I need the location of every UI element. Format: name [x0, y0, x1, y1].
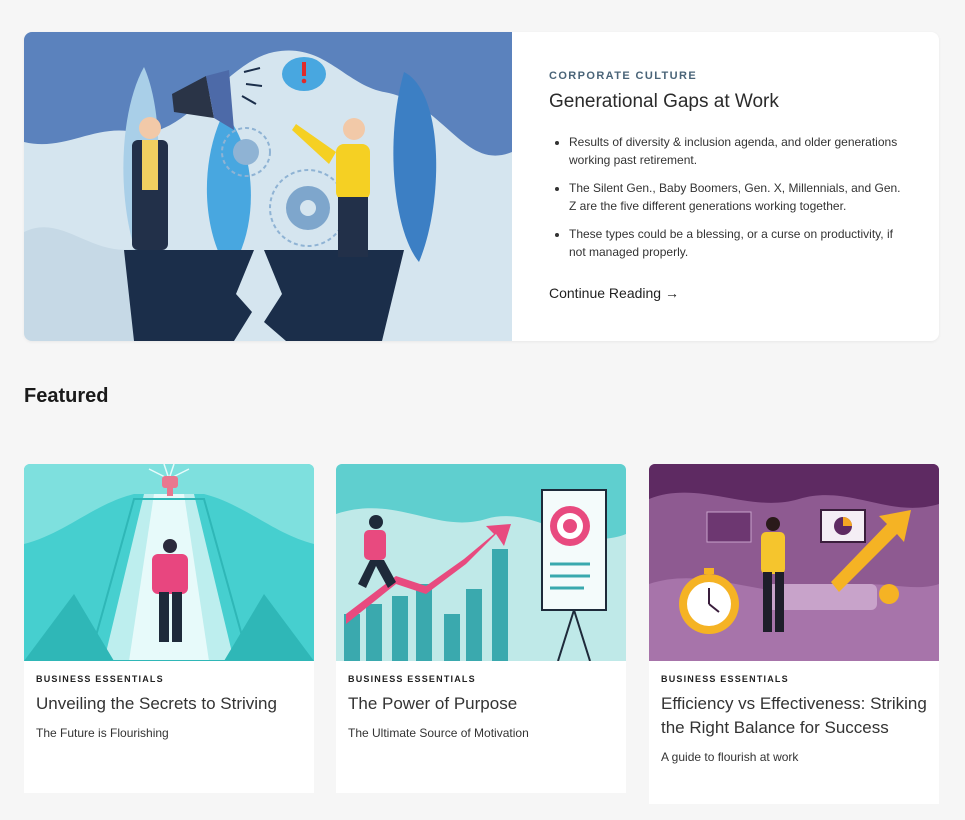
card-subtitle: A guide to flourish at work: [661, 750, 799, 764]
hero-bullet-list: Results of diversity & inclusion agenda,…: [549, 133, 903, 261]
card-body: BUSINESS ESSENTIALS Efficiency vs Effect…: [649, 661, 939, 764]
hero-category: CORPORATE CULTURE: [549, 70, 698, 82]
card-body: BUSINESS ESSENTIALS Unveiling the Secret…: [24, 661, 314, 740]
card-category: BUSINESS ESSENTIALS: [661, 674, 789, 684]
featured-heading: Featured: [24, 385, 109, 407]
target-chart-illustration-icon: [336, 464, 626, 661]
hero-article-card[interactable]: CORPORATE CULTURE Generational Gaps at W…: [24, 32, 939, 341]
stopwatch-conveyor-illustration-icon: [649, 464, 939, 661]
hero-title-link[interactable]: Generational Gaps at Work: [549, 91, 903, 113]
hero-article-image[interactable]: [24, 32, 512, 341]
continue-reading-link[interactable]: Continue Reading →: [549, 285, 679, 301]
card-title[interactable]: The Power of Purpose: [348, 692, 614, 716]
megaphone-illustration-icon: [24, 32, 512, 341]
hero-bullet: The Silent Gen., Baby Boomers, Gen. X, M…: [569, 179, 903, 215]
card-body: BUSINESS ESSENTIALS The Power of Purpose…: [336, 661, 626, 740]
hero-article-body: CORPORATE CULTURE Generational Gaps at W…: [512, 32, 939, 341]
card-title[interactable]: Unveiling the Secrets to Striving: [36, 692, 302, 716]
card-title[interactable]: Efficiency vs Effectiveness: Striking th…: [661, 692, 927, 740]
card-subtitle: The Future is Flourishing: [36, 726, 169, 740]
hero-bullet: These types could be a blessing, or a cu…: [569, 225, 903, 261]
featured-card[interactable]: BUSINESS ESSENTIALS Unveiling the Secret…: [24, 464, 314, 793]
card-subtitle: The Ultimate Source of Motivation: [348, 726, 529, 740]
featured-card[interactable]: BUSINESS ESSENTIALS Efficiency vs Effect…: [649, 464, 939, 804]
hero-bullet: Results of diversity & inclusion agenda,…: [569, 133, 903, 169]
card-category: BUSINESS ESSENTIALS: [348, 674, 476, 684]
card-category: BUSINESS ESSENTIALS: [36, 674, 164, 684]
stairs-trophy-illustration-icon: [24, 464, 314, 661]
featured-card[interactable]: BUSINESS ESSENTIALS The Power of Purpose…: [336, 464, 626, 793]
